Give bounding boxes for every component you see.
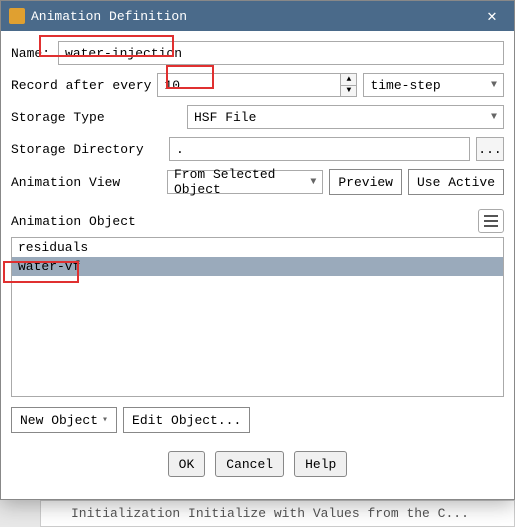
chevron-down-icon: ▾ <box>102 414 108 426</box>
cancel-button[interactable]: Cancel <box>215 451 284 477</box>
animation-definition-dialog: Animation Definition ✕ Name: Record afte… <box>0 0 515 500</box>
record-every-input[interactable] <box>157 73 357 97</box>
new-object-label: New Object <box>20 413 98 428</box>
list-item[interactable]: residuals <box>12 238 503 257</box>
app-icon <box>9 8 25 24</box>
spinner-down-icon[interactable]: ▼ <box>340 86 356 97</box>
background-fragment: Initialization Initialize with Values fr… <box>0 500 515 527</box>
chevron-down-icon: ▼ <box>491 80 497 91</box>
window-title: Animation Definition <box>31 9 478 24</box>
record-unit-value: time-step <box>370 78 440 93</box>
animation-object-listbox[interactable]: residuals water-vf <box>11 237 504 397</box>
new-object-button[interactable]: New Object ▾ <box>11 407 117 433</box>
name-input[interactable] <box>58 41 504 65</box>
list-item[interactable]: water-vf <box>12 257 503 276</box>
ok-button[interactable]: OK <box>168 451 206 477</box>
spinner-up-icon[interactable]: ▲ <box>340 74 356 86</box>
use-active-button[interactable]: Use Active <box>408 169 504 195</box>
chevron-down-icon: ▼ <box>491 112 497 123</box>
record-spinner-buttons[interactable]: ▲ ▼ <box>340 74 356 96</box>
chevron-down-icon: ▼ <box>310 177 316 188</box>
animation-view-value: From Selected Object <box>174 167 310 197</box>
titlebar: Animation Definition ✕ <box>1 1 514 31</box>
dialog-footer: OK Cancel Help <box>11 441 504 483</box>
storage-type-label: Storage Type <box>11 110 161 125</box>
storage-type-select[interactable]: HSF File ▼ <box>187 105 504 129</box>
storage-type-value: HSF File <box>194 110 256 125</box>
name-label: Name: <box>11 46 50 61</box>
animation-view-label: Animation View <box>11 175 131 190</box>
close-icon[interactable]: ✕ <box>478 5 506 27</box>
animation-view-select[interactable]: From Selected Object ▼ <box>167 170 323 194</box>
browse-dir-button[interactable]: ... <box>476 137 504 161</box>
background-row-text: Initialization Initialize with Values fr… <box>71 506 469 521</box>
animation-object-label: Animation Object <box>11 214 136 229</box>
edit-object-button[interactable]: Edit Object... <box>123 407 250 433</box>
background-row: Initialization Initialize with Values fr… <box>40 500 515 527</box>
preview-button[interactable]: Preview <box>329 169 402 195</box>
dialog-body: Name: Record after every ▲ ▼ time-step ▼… <box>1 31 514 489</box>
storage-dir-label: Storage Directory <box>11 142 151 157</box>
list-menu-icon[interactable] <box>478 209 504 233</box>
storage-dir-input[interactable] <box>169 137 470 161</box>
background-gutter <box>0 500 40 527</box>
record-label: Record after every <box>11 78 151 93</box>
record-unit-select[interactable]: time-step ▼ <box>363 73 504 97</box>
help-button[interactable]: Help <box>294 451 347 477</box>
